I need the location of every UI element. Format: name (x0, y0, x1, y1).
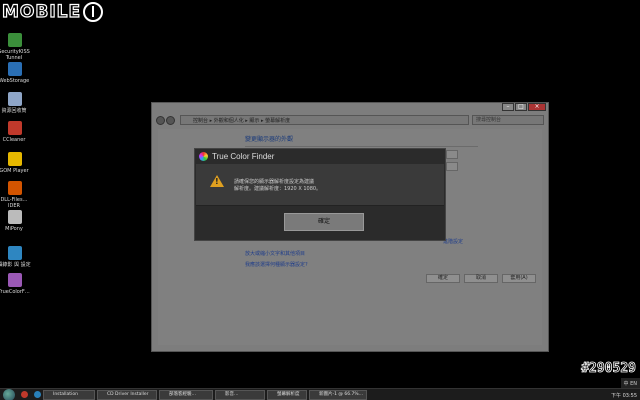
true-color-finder-dialog: True Color Finder ! 請確保您的顯示器解析度設定為建議 解析度… (194, 148, 446, 241)
post-number-watermark: #290529 (581, 361, 637, 377)
maximize-button[interactable]: □ (515, 103, 527, 111)
taskbar-item[interactable]: 部落客經驗… (159, 389, 213, 400)
help-link[interactable]: 我應該選擇何種顯示器設定? (245, 261, 308, 268)
breadcrumb[interactable]: 控制台 ▸ 外觀和個人化 ▸ 顯示 ▸ 螢幕解析度 (180, 115, 469, 125)
start-button[interactable] (3, 388, 15, 400)
desktop-icon-label: SecurityKISS Tunnel (0, 49, 30, 61)
dialog-titlebar: True Color Finder (195, 149, 445, 164)
desktop-icon-label: CCleaner (2, 137, 26, 143)
desktop-icon-label: 攝錄影 與 設定 (0, 262, 31, 268)
explorer-icon[interactable] (34, 391, 41, 398)
dialog-title: True Color Finder (212, 152, 275, 161)
dialog-body: ! 請確保您的顯示器解析度設定為建議 解析度。建議解析度：1920 X 1080… (196, 164, 444, 206)
taskbar-item[interactable]: 新圖片-1 @ 66.7%… (309, 389, 367, 400)
desktop-icon-label: DLL-Files… IDER (0, 197, 28, 209)
app-icon (8, 92, 22, 106)
desktop-icon[interactable]: TrueColorF… (0, 273, 30, 295)
dialog-buttons: 確定 取消 套用(A) (426, 274, 536, 283)
desktop-icon[interactable]: WebStorage (0, 62, 30, 84)
desktop-icon-label: WebStorage (0, 78, 30, 84)
desktop-icon[interactable]: 攝錄影 與 設定 (0, 246, 31, 268)
taskbar-item[interactable]: 影音… (215, 389, 265, 400)
ok-button[interactable]: 確定 (426, 274, 460, 283)
desktop-icon[interactable]: CCleaner (0, 121, 30, 143)
language-indicator[interactable]: 中 EN (624, 380, 638, 387)
taskbar: Installation CD Driver Installer 部落客經驗… 影音…… (0, 388, 640, 400)
page-title: 變更顯示器的外觀 (245, 136, 294, 143)
app-icon (8, 152, 22, 166)
window-controls: – □ × (501, 103, 546, 111)
warning-exclamation: ! (215, 177, 219, 186)
taskbar-items: Installation CD Driver Installer 部落客經驗… 影音…… (41, 389, 367, 400)
app-icon (8, 121, 22, 135)
message-line-1: 請確保您的顯示器解析度設定為建議 (234, 179, 315, 185)
identify-button[interactable] (446, 162, 458, 171)
desktop-icon-label: GOM Player (0, 168, 29, 174)
text-size-link[interactable]: 放大或縮小文字和其他項目 (245, 250, 305, 257)
apply-button[interactable]: 套用(A) (502, 274, 536, 283)
address-row: 控制台 ▸ 外觀和個人化 ▸ 顯示 ▸ 螢幕解析度 搜尋控制台 (156, 114, 544, 126)
taskbar-item[interactable]: Installation (43, 389, 95, 400)
desktop-icon[interactable]: DLL-Files… IDER (0, 181, 30, 209)
forward-arrow-icon[interactable] (166, 115, 175, 125)
desktop-icon-label: TrueColorF… (0, 289, 30, 295)
mobile01-logo: MOBILE (1, 1, 104, 23)
opera-icon[interactable] (21, 391, 28, 398)
taskbar-item[interactable]: CD Driver Installer (97, 389, 157, 400)
logo-text: MOBILE (1, 1, 82, 22)
color-wheel-icon (199, 152, 208, 161)
desktop-icon[interactable]: GOM Player (0, 152, 30, 174)
language-bar[interactable]: 中 EN (620, 378, 640, 388)
clock: 下午 03:55 (611, 393, 637, 399)
dialog-ok-button[interactable]: 確定 (284, 213, 364, 231)
app-icon (8, 210, 22, 224)
desktop-icon-label: 資源回收筒 (1, 108, 27, 114)
minimize-button[interactable]: – (502, 103, 514, 111)
detect-button[interactable] (446, 150, 458, 159)
app-icon (8, 246, 22, 260)
app-icon (8, 181, 22, 195)
divider (245, 146, 478, 147)
logo-badge-icon (83, 2, 104, 22)
desktop-icon[interactable]: SecurityKISS Tunnel (0, 33, 30, 61)
desktop-icon[interactable]: 資源回收筒 (0, 92, 30, 114)
search-input[interactable]: 搜尋控制台 (472, 115, 544, 125)
app-icon (8, 62, 22, 76)
desktop-icon[interactable]: MiPony (0, 210, 30, 232)
app-icon (8, 33, 22, 47)
close-button[interactable]: × (528, 103, 546, 111)
taskbar-item[interactable]: 螢幕解析度 (267, 389, 307, 400)
cancel-button[interactable]: 取消 (464, 274, 498, 283)
app-icon (8, 273, 22, 287)
message-line-2: 解析度。建議解析度：1920 X 1080。 (234, 186, 322, 192)
back-arrow-icon[interactable] (156, 115, 165, 125)
desktop-icon-label: MiPony (5, 226, 23, 232)
